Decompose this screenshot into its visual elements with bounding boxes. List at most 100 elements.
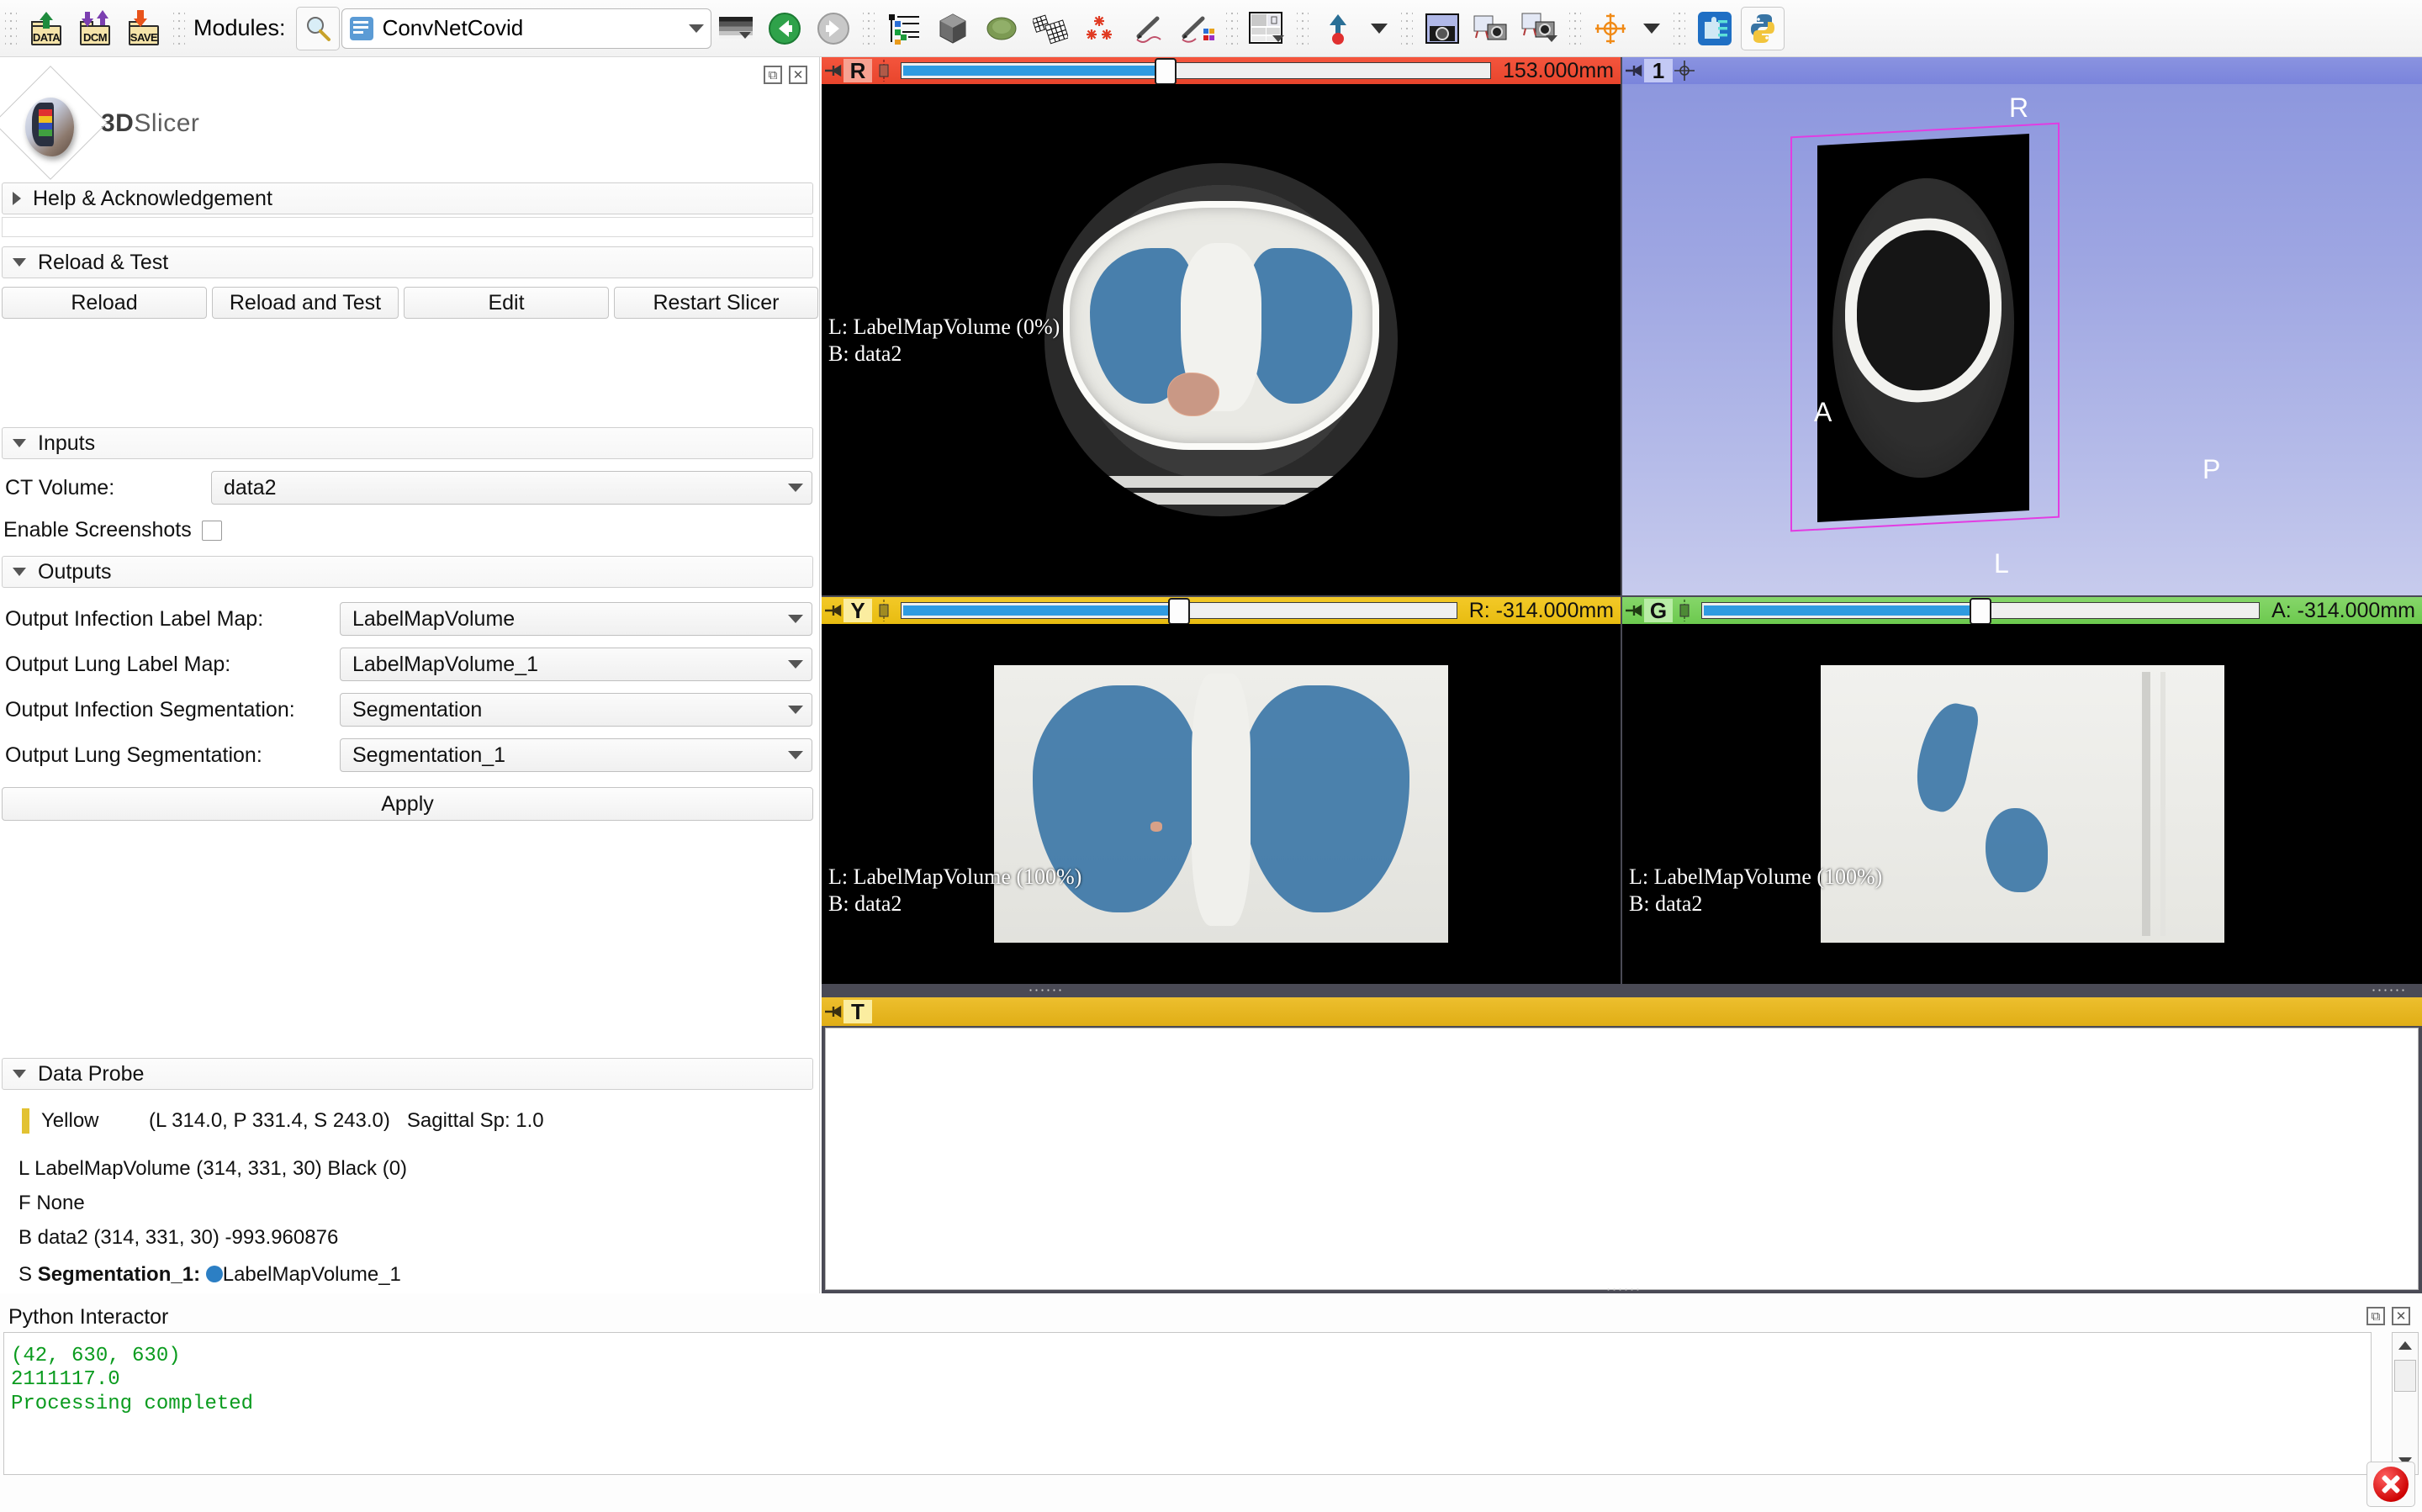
history-back-button[interactable] [762,6,807,51]
reticle-icon[interactable] [872,59,896,82]
chevron-down-icon[interactable] [688,24,704,33]
green-slice-canvas[interactable]: L: LabelMapVolume (100%) B: data2 [1622,624,2422,984]
annotations-button[interactable] [1125,6,1171,51]
toolbar-handle-center[interactable] [1296,9,1309,47]
module-search-button[interactable] [295,6,340,50]
layout-selector-button[interactable] [1245,6,1290,51]
enable-screenshots-label: Enable Screenshots [3,518,192,542]
markups-button[interactable] [1076,6,1122,51]
toolbar-handle-extensions[interactable] [1673,9,1685,47]
apply-button[interactable]: Apply [2,787,813,821]
subject-hierarchy-button[interactable] [881,6,927,51]
scene-views-button[interactable] [1468,6,1514,51]
threed-view[interactable]: 1 R A P L [1622,57,2422,595]
output-infection-segmentation-combobox[interactable]: Segmentation [340,693,812,727]
chevron-down-icon[interactable] [1272,34,1284,42]
threed-view-label[interactable]: 1 [1644,58,1673,83]
chevron-down-icon[interactable] [1642,23,1660,34]
load-data-button[interactable]: DATA [24,6,69,51]
green-slice-slider[interactable] [1701,598,2261,625]
pin-icon[interactable] [822,59,843,82]
section-data-probe[interactable]: Data Probe [2,1058,813,1090]
chevron-down-icon[interactable] [738,31,751,39]
toolbar-handle-modules2[interactable] [862,9,875,47]
center-view-icon [1329,13,1346,45]
yellow-slice-slider[interactable] [901,598,1457,625]
reload-and-test-button[interactable]: Reload and Test [212,287,399,319]
section-help-acknowledgement[interactable]: Help & Acknowledgement [2,182,813,214]
yellow-slice-label[interactable]: Y [843,598,872,623]
load-dicom-button[interactable]: DCM [72,6,118,51]
red-slice-view[interactable]: R 153.000mm L: LabelMapVolume (0%) B: da… [822,57,1621,595]
green-slice-view[interactable]: G A: -314.000mm L: LabelMapVolume (100%)… [1622,597,2422,984]
red-slice-canvas[interactable]: L: LabelMapVolume (0%) B: data2 [822,84,1621,595]
module-selector-combobox[interactable]: ConvNetCovid [341,8,711,49]
chevron-down-icon[interactable] [788,751,803,759]
splitter-grip[interactable] [1028,988,1063,992]
reticle-icon[interactable] [1673,599,1696,622]
history-forward-button[interactable] [811,6,856,51]
toolbar-handle-modules[interactable] [173,9,185,47]
capture-button[interactable] [1517,6,1563,51]
colormap-button[interactable] [713,6,759,51]
chevron-down-icon[interactable] [788,615,803,623]
infection-segment [1167,373,1219,417]
close-icon[interactable]: ✕ [789,66,807,84]
chevron-down-icon[interactable] [788,660,803,669]
restart-slicer-button[interactable]: Restart Slicer [614,287,818,319]
toolbar-handle-crosshair[interactable] [1568,9,1581,47]
toolbar-handle-file[interactable] [5,9,17,47]
scroll-up-icon[interactable] [2393,1333,2418,1358]
reload-button[interactable]: Reload [2,287,207,319]
red-slice-label[interactable]: R [843,58,872,83]
red-slice-slider[interactable] [901,58,1491,85]
pin-icon[interactable] [822,1000,843,1023]
output-infection-labelmap-combobox[interactable]: LabelMapVolume [340,602,812,636]
tan-slice-view[interactable]: T [822,986,2422,1293]
pin-icon[interactable] [822,599,843,622]
segment-editor-button[interactable] [1174,6,1219,51]
close-icon[interactable]: ✕ [2392,1307,2410,1325]
pin-icon[interactable] [1622,599,1644,622]
threed-reticle-icon[interactable] [1673,59,1696,82]
green-slice-label[interactable]: G [1644,598,1673,623]
transform-button[interactable] [1028,6,1073,51]
volume-rendering-button[interactable] [930,6,976,51]
float-icon[interactable]: ⧉ [2366,1307,2385,1325]
screenshot-button[interactable] [1420,6,1465,51]
ct-volume-combobox[interactable]: data2 [211,471,812,505]
reticle-icon[interactable] [872,599,896,622]
close-window-button[interactable] [2366,1462,2415,1507]
crosshair-button[interactable] [1588,6,1633,51]
splitter-grip[interactable] [1605,1287,1641,1292]
scrollbar-thumb[interactable] [2394,1360,2416,1392]
tan-slice-label[interactable]: T [843,999,872,1024]
output-lung-segmentation-combobox[interactable]: Segmentation_1 [340,738,812,772]
section-reload-test[interactable]: Reload & Test [2,246,813,278]
float-icon[interactable]: ⧉ [764,66,782,84]
python-interactor-scrollbar[interactable] [2392,1332,2419,1475]
python-interactor-output[interactable]: (42, 630, 630) 2111117.0 Processing comp… [3,1332,2372,1475]
enable-screenshots-checkbox[interactable] [201,520,222,541]
section-outputs[interactable]: Outputs [2,556,813,588]
yellow-slice-canvas[interactable]: L: LabelMapVolume (100%) B: data2 [822,624,1621,984]
edit-button[interactable]: Edit [404,287,609,319]
center-view-button[interactable] [1315,6,1361,51]
python-console-button[interactable] [1740,6,1785,50]
threed-render-canvas[interactable]: R A P L [1622,84,2422,595]
chevron-down-icon[interactable] [1545,34,1557,42]
extensions-manager-button[interactable] [1692,6,1737,51]
chevron-down-icon[interactable] [788,484,803,492]
chevron-down-icon[interactable] [1370,23,1388,34]
yellow-slice-view[interactable]: Y R: -314.000mm L: LabelMapVolume (100%)… [822,597,1621,984]
save-data-button[interactable]: SAVE [121,6,167,51]
section-inputs[interactable]: Inputs [2,427,813,459]
toolbar-handle-capture[interactable] [1400,9,1413,47]
pin-icon[interactable] [1622,59,1644,82]
models-button[interactable] [979,6,1024,51]
toolbar-handle-layout[interactable] [1225,9,1238,47]
output-lung-labelmap-combobox[interactable]: LabelMapVolume_1 [340,648,812,681]
splitter-grip[interactable] [2371,988,2406,992]
chevron-down-icon[interactable] [788,706,803,714]
tan-slice-canvas[interactable] [825,1028,2419,1290]
